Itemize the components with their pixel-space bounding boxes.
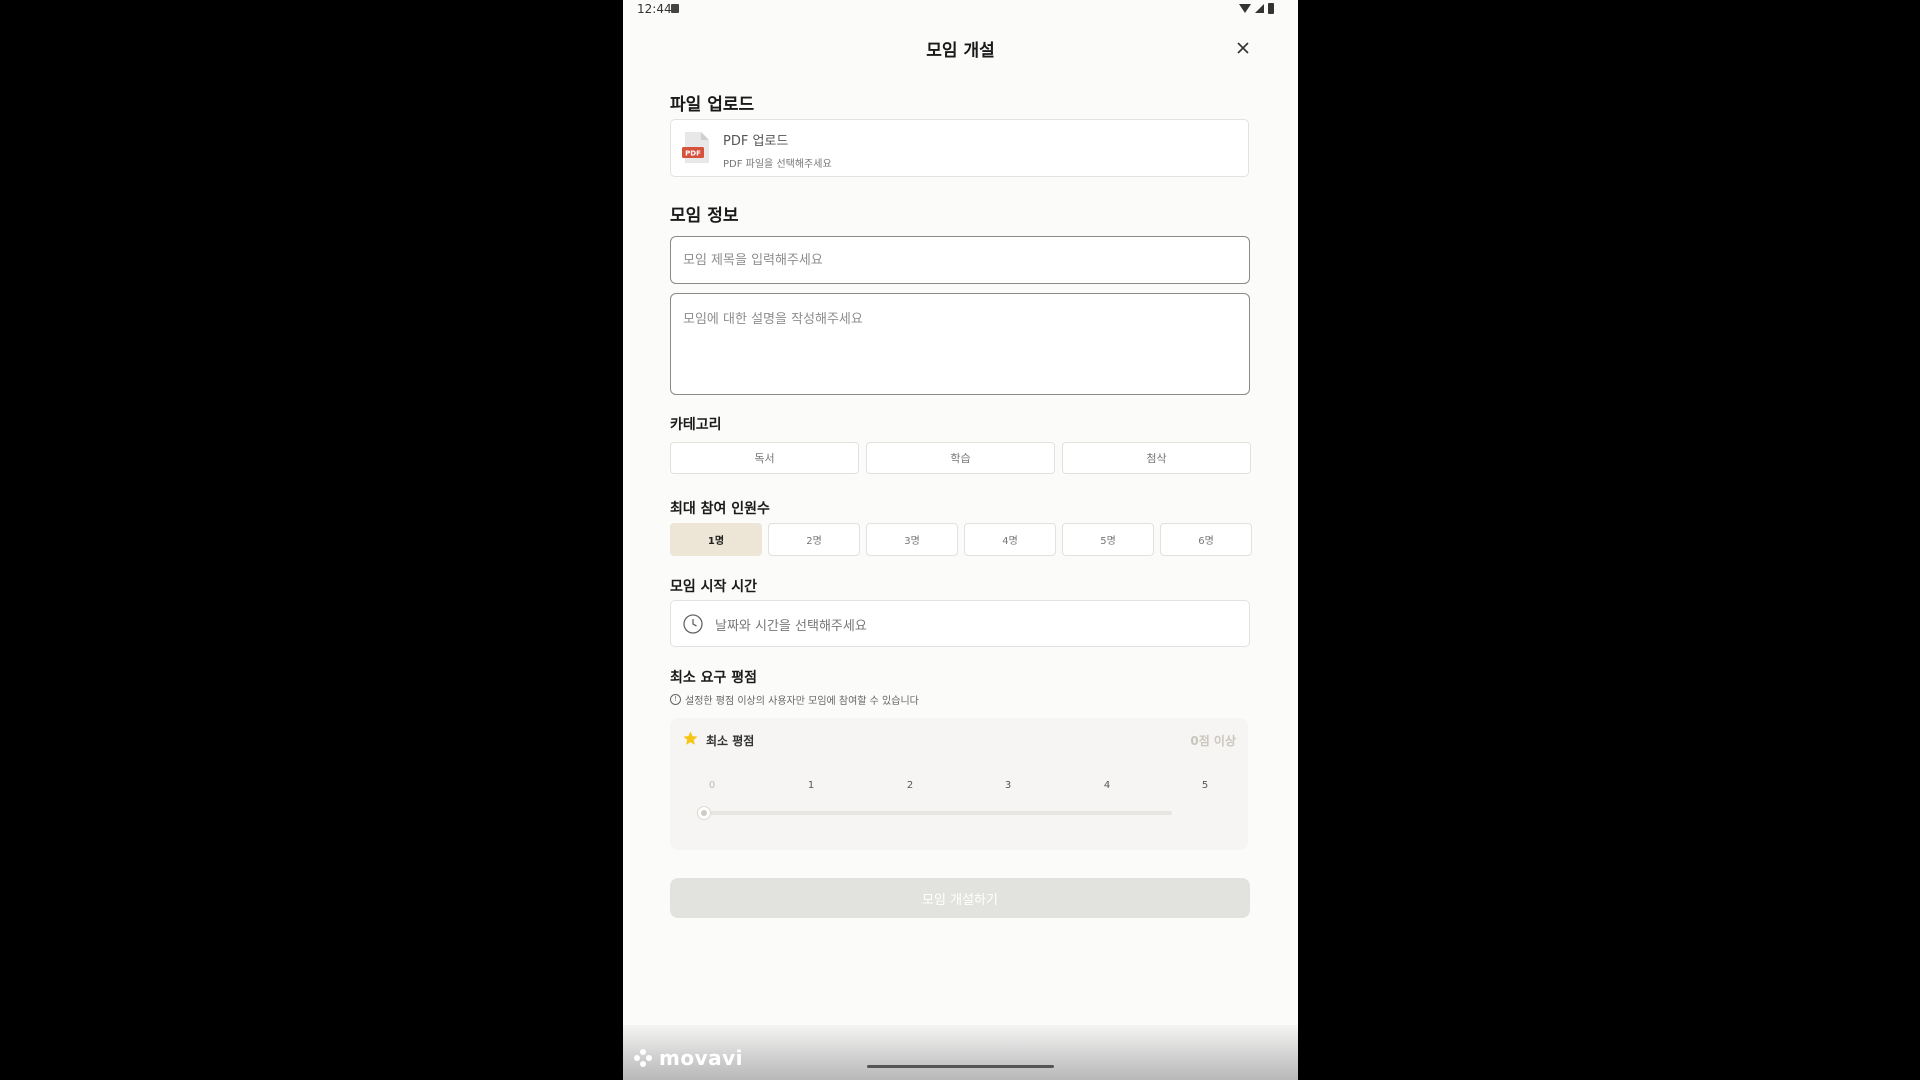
info-section-title: 모임 정보	[670, 206, 739, 226]
max-members-options: 1명 2명 3명 4명 5명 6명	[670, 523, 1252, 556]
member-chip-4[interactable]: 4명	[964, 523, 1056, 556]
pdf-badge-text: PDF	[685, 150, 701, 158]
movavi-logo-icon	[634, 1049, 652, 1067]
status-icons	[1239, 3, 1274, 14]
notification-icon	[671, 4, 679, 13]
clock-icon	[683, 614, 703, 634]
member-chip-2[interactable]: 2명	[768, 523, 860, 556]
rating-card-label: 최소 평점	[706, 734, 755, 748]
rating-value-text: 0점 이상	[1190, 734, 1236, 748]
meeting-description-input[interactable]	[670, 293, 1250, 395]
category-chip-review[interactable]: 첨삭	[1062, 442, 1251, 474]
category-label: 카테고리	[670, 417, 722, 433]
rating-card: 최소 평점 0점 이상 0 1 2 3 4 5	[670, 718, 1248, 850]
rating-slider-track[interactable]	[708, 811, 1172, 815]
create-meeting-button[interactable]: 모임 개설하기	[670, 878, 1250, 918]
rating-tick-4: 4	[1103, 780, 1111, 791]
pdf-upload-box[interactable]: PDF PDF 업로드 PDF 파일을 선택해주세요	[670, 119, 1249, 177]
upload-box-subtitle: PDF 파일을 선택해주세요	[723, 159, 832, 170]
meeting-title-input[interactable]	[670, 236, 1250, 284]
rating-tick-5: 5	[1201, 780, 1209, 791]
star-icon	[683, 731, 698, 745]
page-title: 모임 개설	[926, 41, 995, 61]
member-chip-5[interactable]: 5명	[1062, 523, 1154, 556]
category-chip-reading[interactable]: 독서	[670, 442, 859, 474]
home-indicator[interactable]	[867, 1065, 1054, 1068]
wifi-icon	[1239, 4, 1251, 13]
member-chip-6[interactable]: 6명	[1160, 523, 1252, 556]
min-rating-info: ! 설정한 평점 이상의 사용자만 모임에 참여할 수 있습니다	[670, 692, 919, 707]
watermark: movavi	[633, 1046, 743, 1070]
rating-tick-1: 1	[807, 780, 815, 791]
start-time-picker[interactable]: 날짜와 시간을 선택해주세요	[670, 600, 1250, 647]
min-rating-info-text: 설정한 평점 이상의 사용자만 모임에 참여할 수 있습니다	[685, 696, 919, 707]
status-bar: 12:44	[623, 0, 1298, 20]
category-options: 독서 학습 첨삭	[670, 442, 1251, 474]
watermark-text: movavi	[659, 1046, 744, 1070]
rating-tick-2: 2	[906, 780, 914, 791]
category-chip-study[interactable]: 학습	[866, 442, 1055, 474]
rating-tick-0: 0	[708, 780, 716, 791]
close-button[interactable]	[1229, 34, 1257, 62]
close-icon	[1237, 42, 1249, 54]
upload-section-title: 파일 업로드	[670, 95, 755, 115]
rating-tick-3: 3	[1004, 780, 1012, 791]
app-screen: 12:44 모임 개설 파일 업로드 PDF PDF 업로드 PDF 파일을 선…	[623, 0, 1298, 1080]
info-icon: !	[670, 694, 681, 705]
start-time-placeholder: 날짜와 시간을 선택해주세요	[715, 619, 867, 634]
upload-box-title: PDF 업로드	[723, 134, 789, 149]
status-time: 12:44	[637, 2, 672, 16]
pdf-file-icon: PDF	[682, 132, 709, 163]
signal-icon	[1255, 4, 1264, 13]
min-rating-label: 최소 요구 평점	[670, 670, 758, 686]
rating-slider-thumb[interactable]	[697, 806, 711, 820]
member-chip-3[interactable]: 3명	[866, 523, 958, 556]
max-members-label: 최대 참여 인원수	[670, 501, 770, 517]
member-chip-1[interactable]: 1명	[670, 523, 762, 556]
battery-icon	[1268, 3, 1274, 14]
start-time-label: 모임 시작 시간	[670, 579, 758, 595]
